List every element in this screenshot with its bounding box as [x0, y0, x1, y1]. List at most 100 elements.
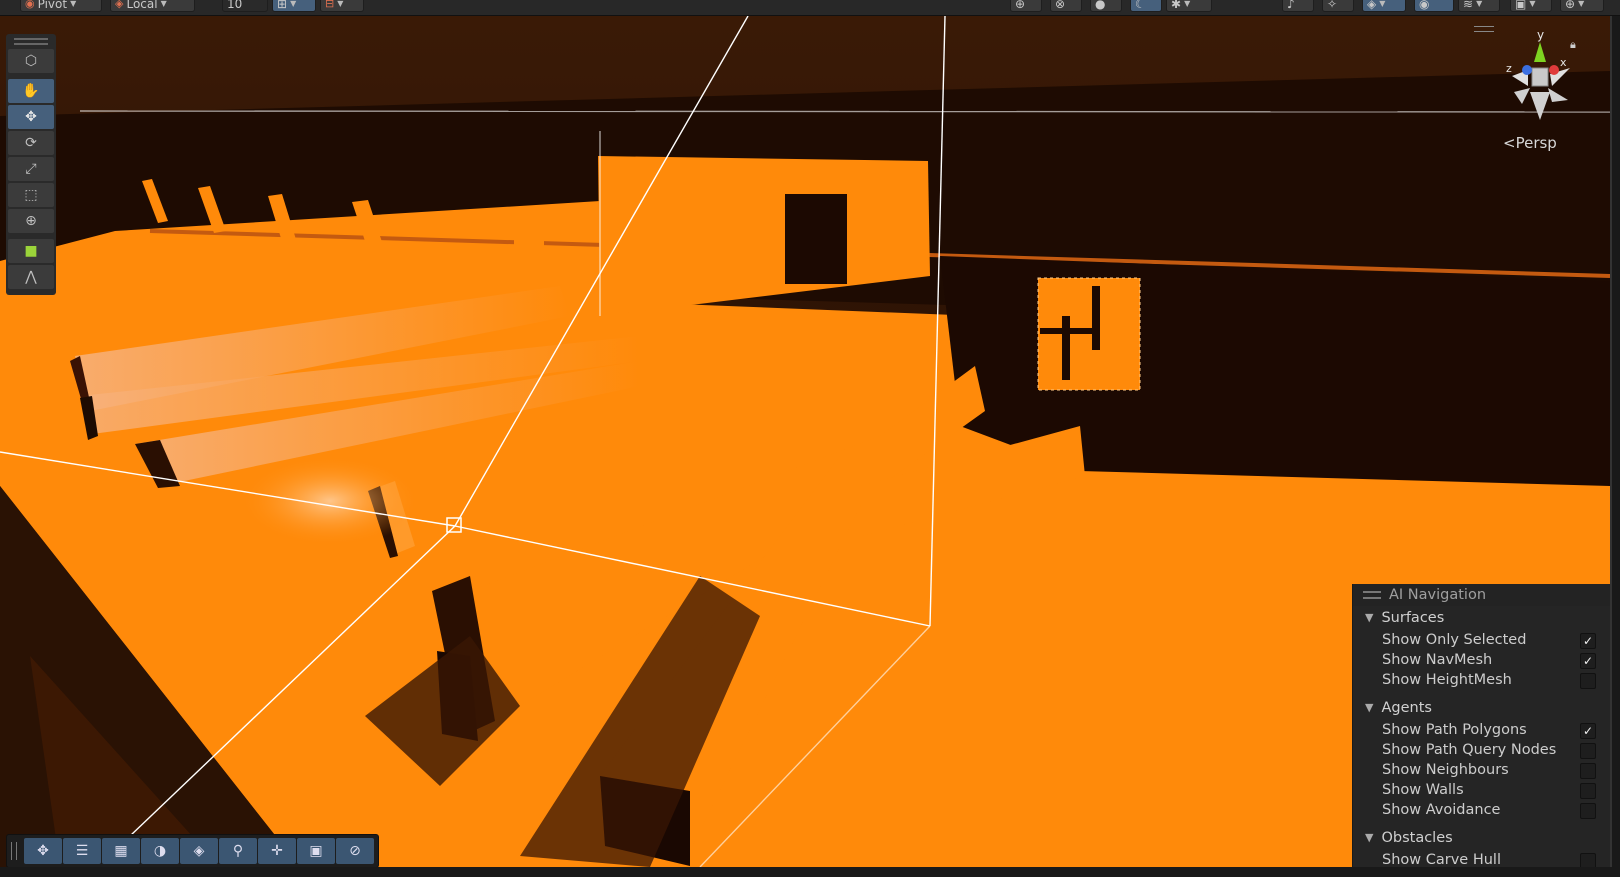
option-label: Show Path Polygons: [1382, 722, 1527, 738]
compass-icon: ⊘: [349, 843, 361, 859]
shading-icon: ⊗: [1055, 0, 1066, 11]
bottom-camera-button[interactable]: ▣: [297, 838, 335, 864]
visibility-icon: ◉: [1419, 0, 1430, 11]
view-cube-tool[interactable]: ⬡: [8, 49, 54, 73]
custom-cube-icon: ■: [24, 243, 38, 259]
chevron-down-icon: ▼: [1529, 0, 1536, 8]
rotate-tool[interactable]: ⟳: [8, 131, 54, 155]
bottom-layers-button[interactable]: ◈: [180, 838, 218, 864]
bottom-move-button[interactable]: ✥: [24, 838, 62, 864]
option-label: Show NavMesh: [1382, 652, 1493, 668]
camera-icon: ▣: [309, 843, 323, 859]
increment-snap-button[interactable]: ⊟ ▼: [320, 0, 364, 12]
search-icon: ⚲: [232, 843, 244, 859]
shaded-button[interactable]: ●: [1090, 0, 1122, 12]
chevron-down-icon: ▼: [70, 0, 77, 8]
drag-handle[interactable]: [14, 38, 48, 45]
checkbox[interactable]: [1580, 803, 1596, 819]
rect-tool[interactable]: ⬚: [8, 183, 54, 207]
navmesh-tool[interactable]: ⋀: [8, 265, 54, 289]
light-glow: [240, 456, 420, 546]
bottom-search-button[interactable]: ⚲: [219, 838, 257, 864]
custom-tool[interactable]: ■: [8, 239, 54, 263]
snap-value-field[interactable]: 10: [222, 0, 268, 12]
z-axis-handle[interactable]: [1522, 65, 1532, 75]
stack-button[interactable]: ≋ ▼: [1458, 0, 1500, 12]
chevron-down-icon: ▼: [160, 0, 167, 8]
transform-icon: ⊕: [25, 213, 37, 229]
sphere-icon: ●: [1095, 0, 1106, 11]
move-tool[interactable]: ✥: [8, 105, 54, 129]
option-show-avoidance[interactable]: Show Avoidance: [1353, 800, 1610, 820]
checkbox[interactable]: [1580, 673, 1596, 689]
option-label: Show HeightMesh: [1382, 672, 1512, 688]
x-axis-handle[interactable]: [1549, 65, 1559, 75]
camera-button[interactable]: ▣ ▼: [1510, 0, 1552, 12]
checkbox[interactable]: ✓: [1580, 653, 1596, 669]
grid-snap-button[interactable]: ⊞ ▼: [272, 0, 316, 12]
option-show-path-polygons[interactable]: Show Path Polygons ✓: [1353, 720, 1610, 740]
ai-navigation-title: AI Navigation: [1389, 587, 1487, 603]
pivot-dropdown[interactable]: ◉ Pivot ▼: [20, 0, 102, 12]
bottom-grid-button[interactable]: ▦: [102, 838, 140, 864]
option-show-heightmesh[interactable]: Show HeightMesh: [1353, 670, 1610, 690]
bottom-tool-settings-button[interactable]: ☰: [63, 838, 101, 864]
option-label: Show Path Query Nodes: [1382, 742, 1557, 758]
drag-handle[interactable]: [11, 842, 17, 860]
ai-navigation-header[interactable]: AI Navigation: [1353, 584, 1610, 606]
audio-icon: ♪: [1287, 0, 1295, 11]
bottom-compass-button[interactable]: ⊘: [336, 838, 374, 864]
bug-icon: ✱: [1171, 0, 1182, 11]
bottom-overlay-toolbar: ✥ ☰ ▦ ◑ ◈ ⚲ ✛ ▣ ⊘: [6, 834, 379, 867]
option-show-only-selected[interactable]: Show Only Selected ✓: [1353, 630, 1610, 650]
option-show-neighbours[interactable]: Show Neighbours: [1353, 760, 1610, 780]
gizmos-button[interactable]: ⊕ ▼: [1560, 0, 1604, 12]
bottom-pivot-button[interactable]: ✛: [258, 838, 296, 864]
visibility-button[interactable]: ◉: [1414, 0, 1454, 12]
checkbox[interactable]: [1580, 783, 1596, 799]
y-axis-cone[interactable]: [1534, 42, 1546, 62]
view-cube-icon: ⬡: [24, 53, 38, 69]
checkbox[interactable]: [1580, 763, 1596, 779]
option-show-walls[interactable]: Show Walls: [1353, 780, 1610, 800]
wireframe-button[interactable]: ⊗: [1050, 0, 1082, 12]
section-obstacles[interactable]: ▼ Obstacles: [1353, 826, 1610, 850]
globe-button[interactable]: ⊕: [1010, 0, 1042, 12]
lock-icon[interactable]: 🔒︎: [1570, 38, 1576, 52]
chevron-down-icon: ▼: [1365, 611, 1374, 624]
hand-tool[interactable]: ✋: [8, 79, 54, 103]
hand-icon: ✋: [22, 83, 40, 99]
checkbox[interactable]: ✓: [1580, 633, 1596, 649]
grid-snap-icon: ⊞: [277, 0, 288, 11]
option-label: Show Avoidance: [1382, 802, 1501, 818]
debug-button[interactable]: ✱ ▼: [1166, 0, 1212, 12]
stack-icon: ≋: [1463, 0, 1474, 11]
neg-y-cone[interactable]: [1530, 92, 1550, 120]
bottom-shading-button[interactable]: ◑: [141, 838, 179, 864]
audio-button[interactable]: ♪: [1282, 0, 1314, 12]
section-agents[interactable]: ▼ Agents: [1353, 696, 1610, 720]
transform-tool[interactable]: ⊕: [8, 209, 54, 233]
camera-mode-toggle[interactable]: <Persp: [1503, 134, 1557, 152]
layers-button[interactable]: ◈ ▼: [1362, 0, 1406, 12]
option-show-path-query-nodes[interactable]: Show Path Query Nodes: [1353, 740, 1610, 760]
drag-handle[interactable]: [1363, 591, 1381, 599]
scale-tool[interactable]: ⤢: [8, 157, 54, 181]
center-window: [785, 194, 847, 284]
effects-button[interactable]: ✧: [1322, 0, 1354, 12]
section-surfaces[interactable]: ▼ Surfaces: [1353, 606, 1610, 630]
lit-button[interactable]: ☾: [1130, 0, 1162, 12]
local-dropdown[interactable]: ◈ Local ▼: [110, 0, 195, 12]
moon-icon: ☾: [1135, 0, 1146, 11]
checkbox[interactable]: [1580, 743, 1596, 759]
overlay-drag-handle[interactable]: [1474, 26, 1494, 32]
scene-toolbar: ◉ Pivot ▼ ◈ Local ▼ 10 ⊞ ▼ ⊟ ▼ ⊕ ⊗ ● ☾ ✱ ▼ …: [0, 0, 1620, 16]
scene-viewport[interactable]: ⬡ ✋ ✥ ⟳ ⤢ ⬚ ⊕ ■ ⋀ y x z 🔒︎ <Persp ✥ ☰ ▦ …: [0, 16, 1612, 867]
chevron-down-icon: ▼: [1476, 0, 1483, 8]
option-show-navmesh[interactable]: Show NavMesh ✓: [1353, 650, 1610, 670]
checkbox[interactable]: [1580, 853, 1596, 867]
chevron-down-icon: ▼: [1578, 0, 1585, 8]
checkbox[interactable]: ✓: [1580, 723, 1596, 739]
chevron-down-icon: ▼: [337, 0, 344, 8]
option-show-carve-hull[interactable]: Show Carve Hull: [1353, 850, 1610, 867]
